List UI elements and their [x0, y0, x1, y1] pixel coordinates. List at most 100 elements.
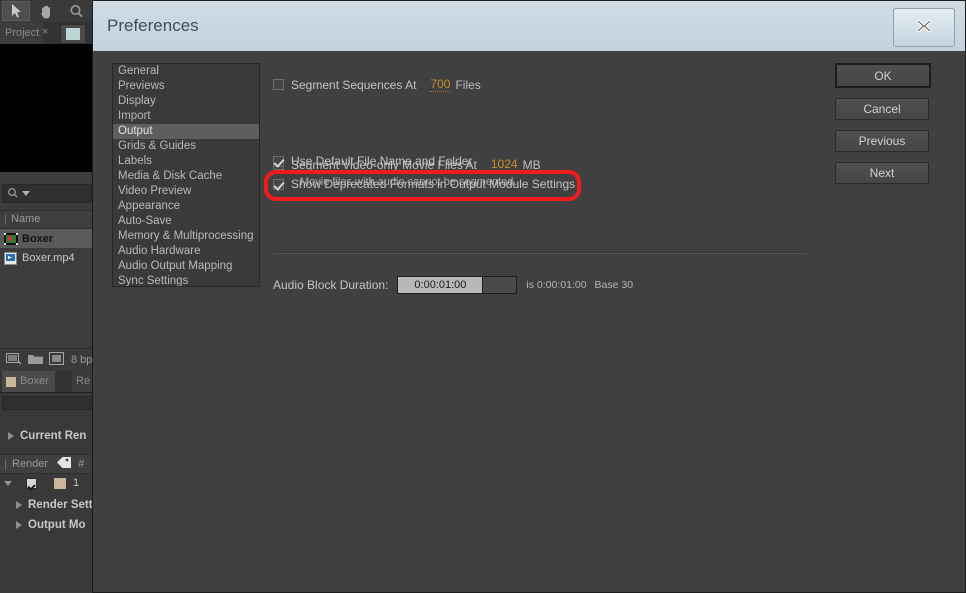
category-grids-guides[interactable]: Grids & Guides: [113, 139, 259, 154]
audio-block-duration-suffix: is 0:00:01:00: [526, 279, 587, 291]
preferences-category-list[interactable]: General Previews Display Import Output G…: [112, 63, 260, 287]
preferences-dialog: Preferences General Previews Display Imp…: [92, 0, 966, 593]
tools-toolbar: [0, 0, 95, 23]
list-item[interactable]: Boxer: [0, 229, 95, 248]
render-queue-tabbar: Boxer Re: [0, 371, 95, 393]
thumbnail-toggle-button[interactable]: [60, 24, 86, 44]
dialog-title: Preferences: [107, 16, 199, 35]
audio-block-duration-row: Audio Block Duration: 0:00:01:00 is 0:00…: [273, 276, 633, 294]
audio-field-spacer: [483, 276, 518, 294]
current-render-header[interactable]: Current Ren: [0, 425, 95, 447]
dialog-button-column: OK Cancel Previous Next: [835, 63, 931, 194]
composition-icon: [4, 232, 18, 245]
render-item-number: 1: [73, 477, 80, 489]
audio-block-duration-input[interactable]: 0:00:01:00: [397, 276, 484, 294]
render-settings-label: Render Sett: [28, 499, 93, 511]
dialog-titlebar: Preferences: [93, 1, 965, 52]
tab-project[interactable]: Project: [0, 22, 44, 44]
tab-label: Boxer: [20, 375, 49, 387]
chevron-down-icon[interactable]: [22, 191, 30, 196]
cancel-button[interactable]: Cancel: [835, 98, 929, 120]
render-settings-row[interactable]: Render Sett: [0, 495, 95, 515]
segment-video-only-value[interactable]: 1024: [490, 157, 518, 172]
disclosure-triangle-icon[interactable]: [4, 480, 12, 486]
new-folder-icon[interactable]: [28, 353, 43, 368]
category-previews[interactable]: Previews: [113, 79, 259, 94]
use-default-filename-row: Use Default File Name and Folder: [273, 154, 472, 168]
show-deprecated-label: Show Deprecated Formats in Output Module…: [291, 177, 576, 191]
selection-tool[interactable]: [2, 1, 30, 21]
category-sync-settings[interactable]: Sync Settings: [113, 274, 259, 286]
use-default-filename-checkbox[interactable]: [273, 155, 284, 167]
category-import[interactable]: Import: [113, 109, 259, 124]
ok-button[interactable]: OK: [835, 63, 931, 88]
segment-sequences-checkbox[interactable]: [273, 79, 284, 90]
column-header-hash[interactable]: #: [78, 458, 84, 470]
section-separator: [273, 252, 806, 254]
column-header-render[interactable]: Render: [12, 458, 48, 470]
project-column-header: Name: [0, 210, 95, 229]
composition-swatch-icon: [6, 376, 16, 387]
current-render-label: Current Ren: [20, 430, 87, 442]
category-media-disk-cache[interactable]: Media & Disk Cache: [113, 169, 259, 184]
show-deprecated-checkbox[interactable]: [273, 178, 284, 190]
category-labels[interactable]: Labels: [113, 154, 259, 169]
tab-render-queue[interactable]: Re: [72, 371, 95, 392]
category-display[interactable]: Display: [113, 94, 259, 109]
tab-composition-boxer[interactable]: Boxer: [2, 371, 55, 392]
disclosure-triangle-icon[interactable]: [16, 521, 22, 529]
list-item-label: Boxer.mp4: [22, 251, 75, 264]
hand-tool[interactable]: [32, 1, 60, 21]
list-item[interactable]: Boxer.mp4: [0, 248, 95, 267]
column-divider: [5, 214, 6, 225]
segment-sequences-unit: Files: [455, 77, 481, 92]
use-default-filename-label: Use Default File Name and Folder: [291, 154, 473, 168]
zoom-tool[interactable]: [62, 1, 90, 21]
category-general[interactable]: General: [113, 64, 259, 79]
segment-video-only-unit: MB: [522, 157, 541, 172]
category-audio-hardware[interactable]: Audio Hardware: [113, 244, 259, 259]
close-x-icon: [914, 16, 934, 39]
output-module-row[interactable]: Output Mo: [0, 515, 95, 535]
disclosure-triangle-icon[interactable]: [8, 432, 14, 440]
dialog-body: General Previews Display Import Output G…: [93, 51, 965, 592]
thumbnail-swatch: [66, 28, 80, 40]
render-enable-checkbox[interactable]: [26, 477, 37, 489]
category-auto-save[interactable]: Auto-Save: [113, 214, 259, 229]
project-footer-toolbar: 8 bp: [0, 348, 95, 371]
category-video-preview[interactable]: Video Preview: [113, 184, 259, 199]
column-divider: [5, 458, 6, 470]
close-button[interactable]: [893, 8, 955, 47]
category-appearance[interactable]: Appearance: [113, 199, 259, 214]
next-button[interactable]: Next: [835, 162, 929, 184]
column-header-name[interactable]: Name: [11, 213, 40, 225]
disclosure-triangle-icon[interactable]: [16, 501, 22, 509]
audio-block-duration-base: Base 30: [594, 279, 634, 291]
bit-depth-label[interactable]: 8 bp: [71, 354, 92, 366]
output-module-label: Output Mo: [28, 519, 86, 531]
segment-sequences-label: Segment Sequences At: [291, 77, 417, 92]
new-composition-icon[interactable]: [6, 352, 22, 368]
show-deprecated-row: Show Deprecated Formats in Output Module…: [273, 177, 575, 191]
project-panel: Project × Name Boxer Boxer.mp4: [0, 22, 95, 352]
project-settings-icon[interactable]: [49, 352, 64, 368]
timeline-ruler[interactable]: [2, 396, 94, 410]
search-input[interactable]: [2, 184, 92, 203]
category-output[interactable]: Output: [113, 124, 259, 139]
close-icon[interactable]: ×: [42, 26, 48, 38]
category-memory-multiprocessing[interactable]: Memory & Multiprocessing: [113, 229, 259, 244]
label-tag-icon[interactable]: [56, 456, 73, 472]
render-queue-column-header: Render #: [0, 454, 95, 474]
render-queue-item-row[interactable]: 1: [0, 474, 95, 492]
previous-button[interactable]: Previous: [835, 130, 929, 152]
search-icon: [7, 187, 20, 201]
segment-sequences-row: Segment Sequences At 700 Files: [273, 77, 481, 92]
label-color-swatch[interactable]: [54, 477, 66, 489]
category-audio-output-mapping[interactable]: Audio Output Mapping: [113, 259, 259, 274]
audio-block-duration-label: Audio Block Duration:: [273, 278, 389, 292]
list-item-label: Boxer: [22, 232, 54, 245]
footage-file-icon: [4, 251, 18, 265]
project-preview-area: [0, 44, 92, 172]
segment-sequences-value[interactable]: 700: [430, 77, 451, 92]
project-tabbar: Project ×: [0, 22, 95, 45]
